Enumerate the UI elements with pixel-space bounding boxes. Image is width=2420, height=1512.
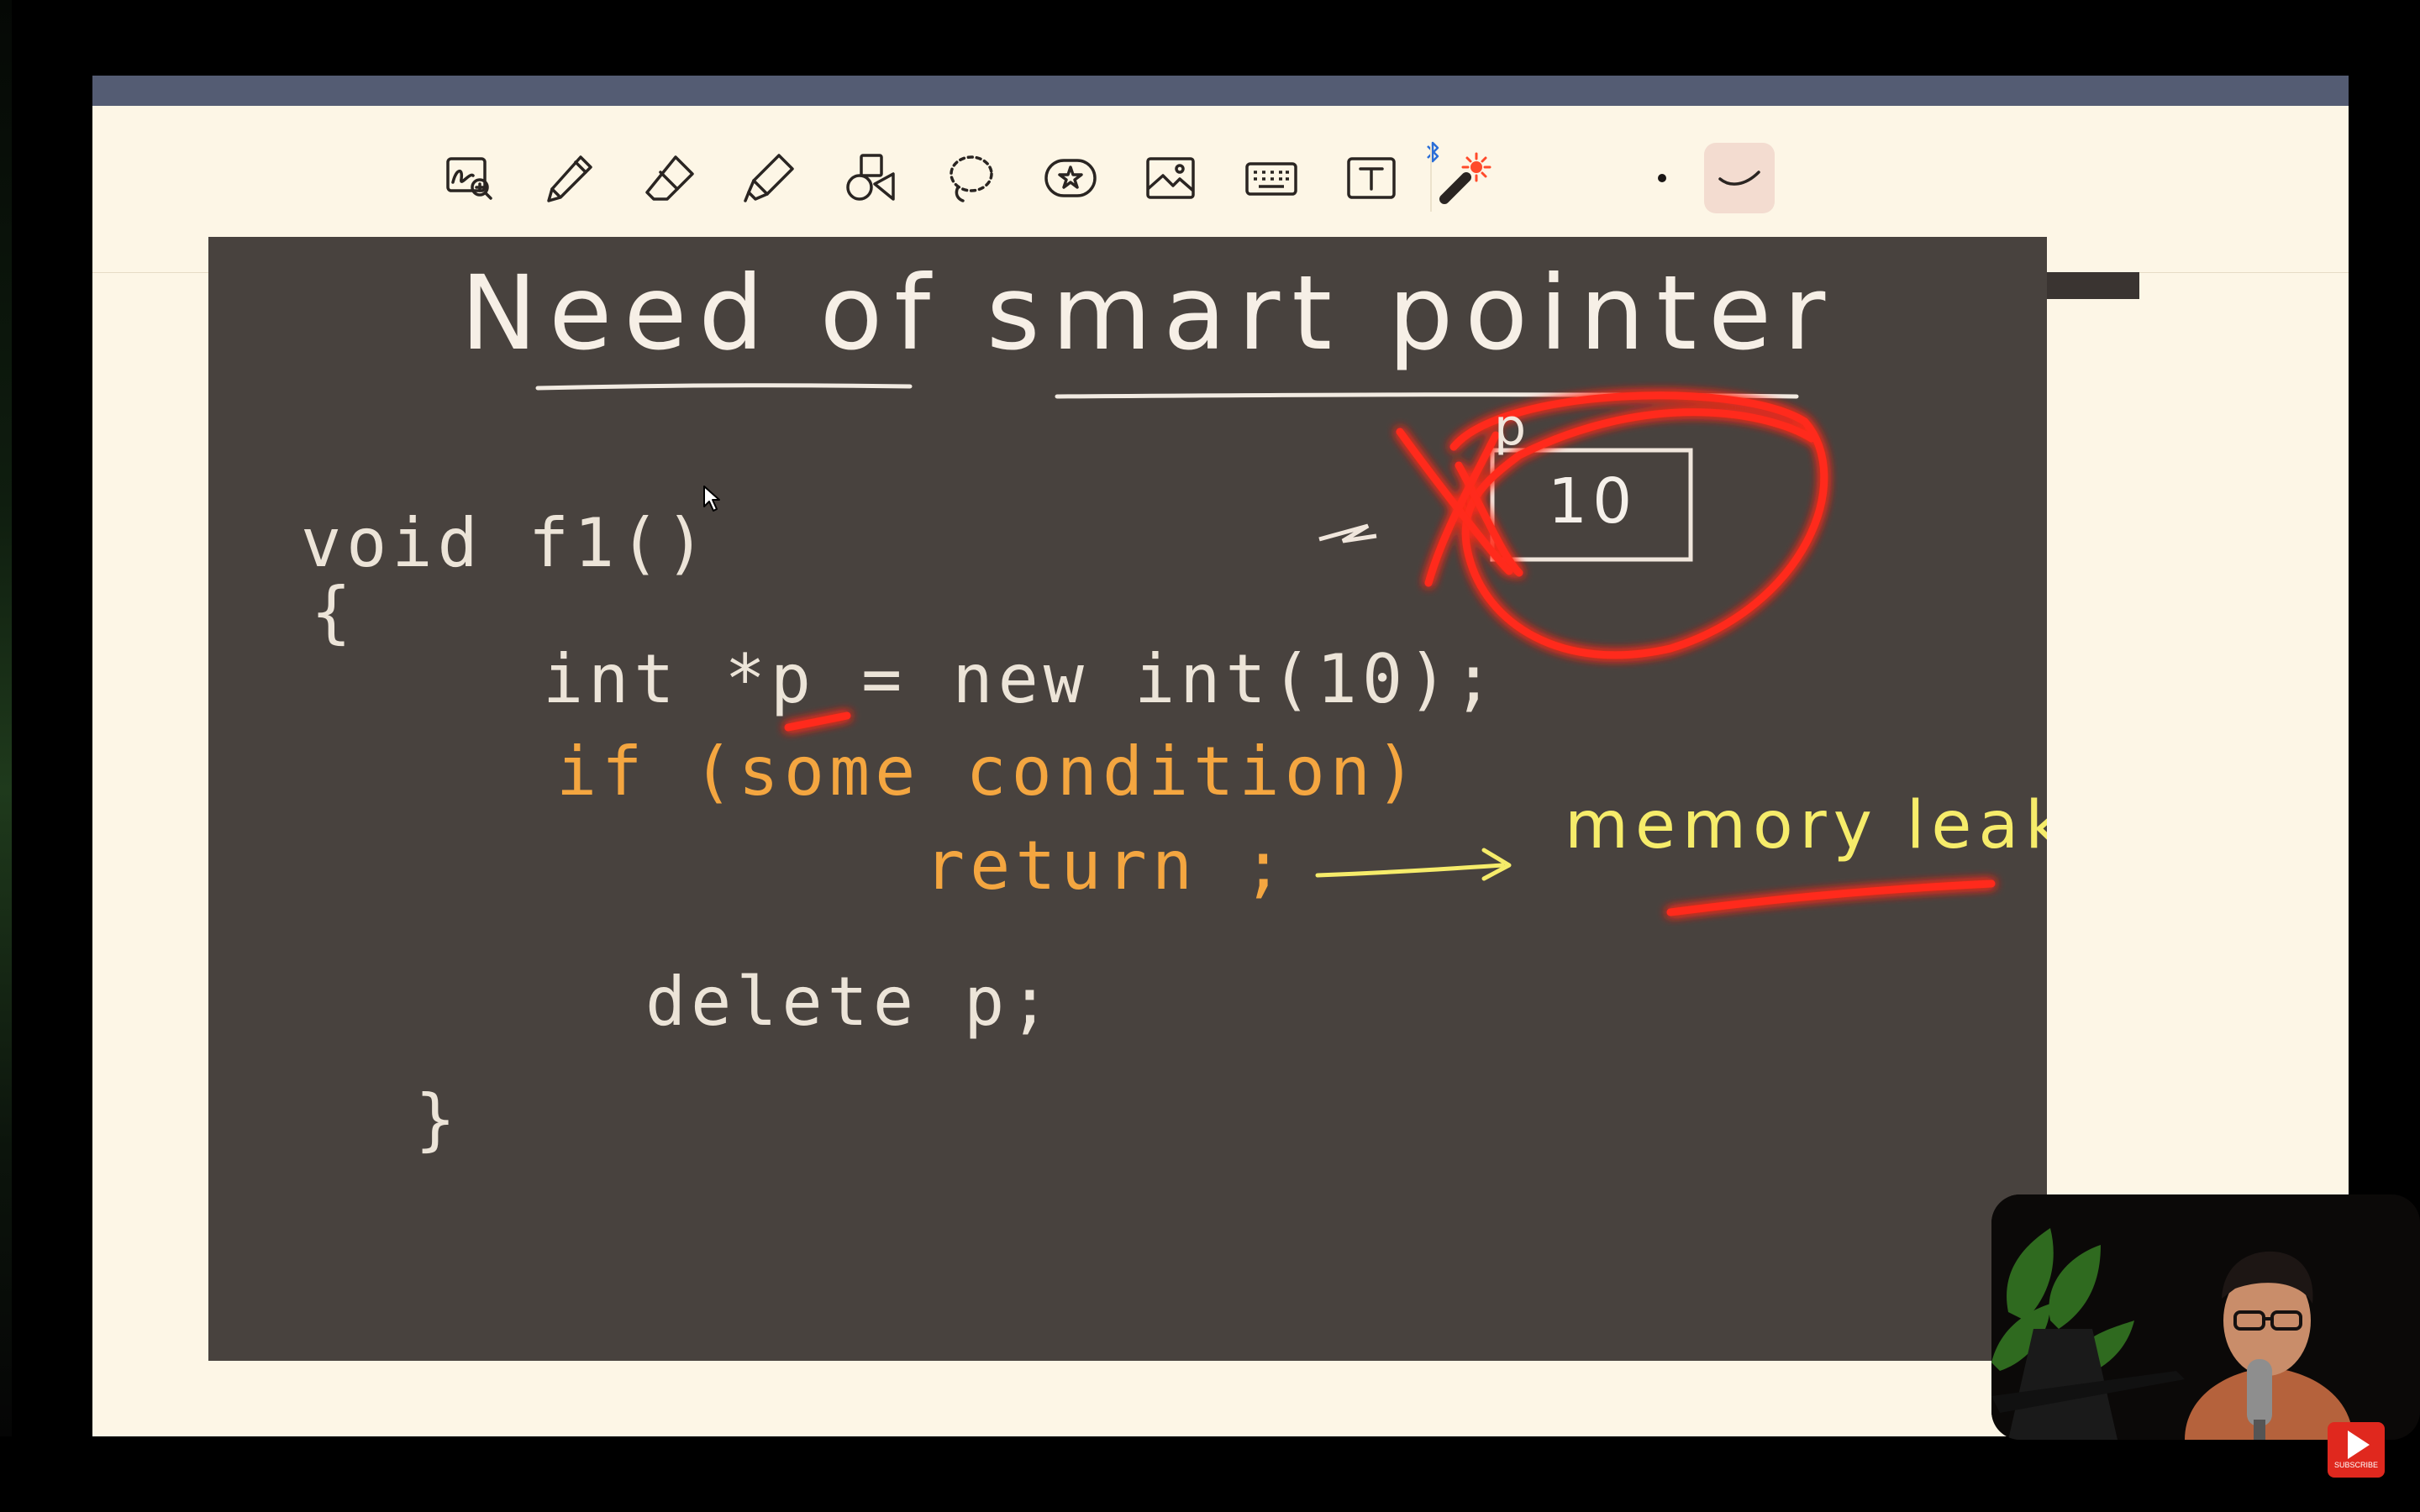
code-line-3: int *p = new int(10);	[543, 640, 1499, 718]
code-line-2: {	[311, 573, 357, 651]
memory-leak-underline	[1666, 879, 1996, 916]
pen-icon[interactable]	[534, 143, 605, 213]
keyboard-icon[interactable]	[1236, 143, 1307, 213]
presenter-avatar	[1991, 1194, 2420, 1440]
code-line-6: delete p;	[645, 963, 1055, 1041]
leak-arrow	[1315, 863, 1505, 878]
background-strip	[0, 0, 12, 1436]
image-icon[interactable]	[1135, 143, 1206, 213]
highlighter-icon[interactable]	[734, 143, 805, 213]
laser-trail-icon[interactable]	[1704, 143, 1775, 213]
subscribe-label: SUBSCRIBE	[2333, 1461, 2378, 1469]
subscribe-button[interactable]: SUBSCRIBE	[2328, 1422, 2385, 1478]
pointer-arrow	[1318, 523, 1377, 543]
toolbar-separator	[1430, 146, 1432, 212]
text-box-icon[interactable]	[1336, 143, 1407, 213]
note-page: Need of smart pointer void f1() { int *p…	[208, 237, 2047, 1361]
lasso-select-icon[interactable]	[935, 143, 1006, 213]
mouse-cursor-icon	[703, 486, 720, 512]
play-icon	[2348, 1431, 2370, 1459]
bluetooth-icon	[1427, 141, 1439, 163]
code-line-7: }	[415, 1080, 461, 1158]
heap-value: 10	[1548, 465, 1638, 538]
presenter-video-overlay	[1991, 1194, 2420, 1440]
sticker-icon[interactable]	[1035, 143, 1106, 213]
code-line-4: if (some condition)	[556, 732, 1422, 811]
memory-leak-label: memory leak	[1565, 788, 2047, 864]
eraser-icon[interactable]	[634, 143, 705, 213]
code-line-5: return ;	[924, 827, 1289, 905]
pointer-label: p	[1494, 398, 1532, 457]
title-bar	[92, 76, 2349, 106]
pen-size-dot-icon[interactable]	[1627, 143, 1697, 213]
page-title: Need of smart pointer	[460, 254, 1838, 373]
code-line-1: void f1()	[301, 504, 711, 582]
title-underline-left	[535, 383, 913, 391]
shapes-icon[interactable]	[835, 143, 906, 213]
lasso-zoom-icon[interactable]	[434, 143, 504, 213]
